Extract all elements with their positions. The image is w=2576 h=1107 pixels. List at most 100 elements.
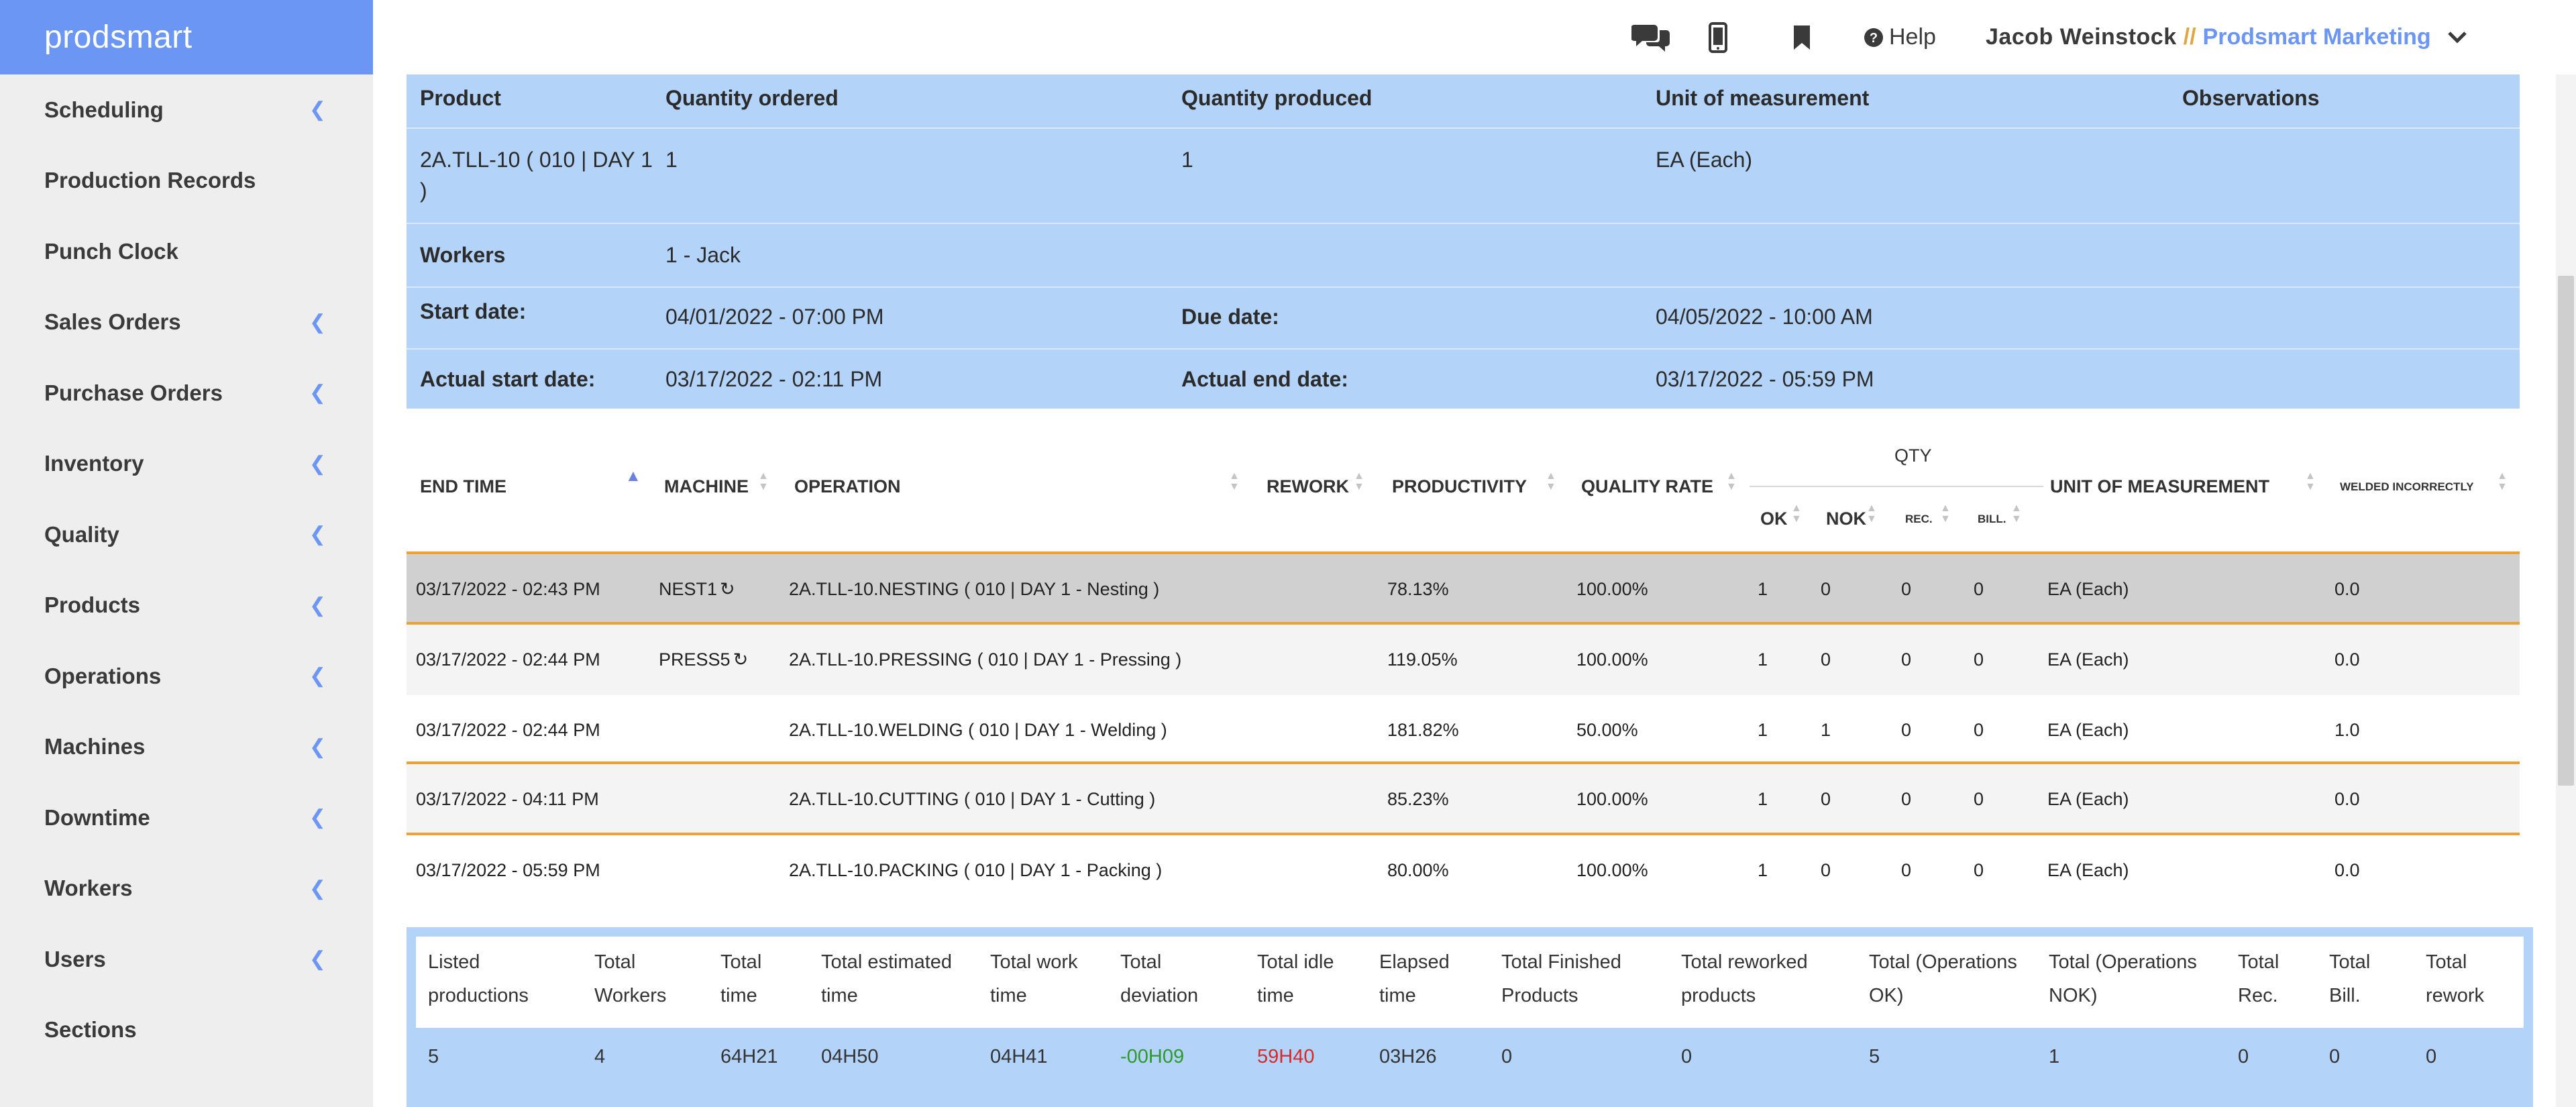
bookmark-icon[interactable] — [1792, 0, 1811, 74]
quality-rate-header[interactable]: QUALITY RATE — [1581, 476, 1713, 497]
sort-icon[interactable]: ▲ ▼ — [1354, 471, 1364, 492]
sort-icon[interactable]: ▲ ▼ — [758, 471, 769, 492]
table-row[interactable]: 03/17/2022 - 02:43 PM NEST1 ↻ 2A.TLL-10.N… — [407, 554, 2520, 625]
user-menu[interactable]: Jacob Weinstock // Prodsmart Marketing — [1986, 0, 2467, 74]
end-time-cell: 03/17/2022 - 02:44 PM — [416, 649, 600, 670]
actual-end-value: 03/17/2022 - 05:59 PM — [1656, 367, 1874, 391]
sidebar-item-sections[interactable]: Sections — [0, 995, 373, 1066]
chat-icon[interactable] — [1631, 0, 1672, 74]
productivity-header[interactable]: PRODUCTIVITY — [1392, 476, 1527, 497]
productivity-cell: 80.00% — [1387, 860, 1449, 880]
chevron-left-icon: ❮ — [309, 99, 326, 121]
mobile-icon[interactable] — [1708, 0, 1728, 74]
help-link[interactable]: ? Help — [1864, 0, 1936, 74]
sidebar-item-production-records[interactable]: Production Records — [0, 146, 373, 217]
operation-cell: 2A.TLL-10.PACKING ( 010 | DAY 1 - Packin… — [789, 860, 1163, 880]
chevron-left-icon: ❮ — [309, 877, 326, 900]
machine-cell[interactable]: NEST1 ↻ — [659, 554, 735, 625]
rework-header[interactable]: REWORK — [1267, 476, 1349, 497]
ok-header[interactable]: OK — [1760, 509, 1788, 529]
scrollbar-track[interactable] — [2556, 74, 2576, 1107]
header-line: Total reworked — [1681, 951, 1808, 973]
nok-cell: 0 — [1821, 860, 1831, 880]
machine-header[interactable]: MACHINE — [664, 476, 749, 497]
refresh-icon[interactable]: ↻ — [720, 579, 735, 600]
unit-cell: EA (Each) — [2047, 579, 2129, 599]
actual-start-value: 03/17/2022 - 02:11 PM — [665, 367, 883, 391]
header-line: Rec. — [2238, 985, 2278, 1006]
nok-header[interactable]: NOK — [1826, 509, 1866, 529]
refresh-icon[interactable]: ↻ — [733, 649, 749, 670]
bill-cell: 0 — [1974, 720, 1984, 740]
observations-header: Observations — [2182, 86, 2320, 110]
total-header-finished-products: Total Finished Products — [1501, 945, 1621, 1012]
sidebar-item-downtime[interactable]: Downtime ❮ — [0, 782, 373, 853]
header-line: Products — [1501, 985, 1578, 1006]
sort-icon[interactable]: ▲ ▼ — [1726, 471, 1737, 492]
header-line: time — [990, 985, 1027, 1006]
svg-text:?: ? — [1870, 31, 1878, 46]
sort-ascending-icon[interactable]: ▲ — [625, 468, 641, 484]
nok-cell: 1 — [1821, 720, 1831, 740]
start-date-label: Start date: — [420, 299, 527, 323]
quality-rate-cell: 100.00% — [1576, 579, 1648, 599]
welded-incorrectly-header[interactable]: WELDED INCORRECTLY — [2340, 480, 2474, 494]
rec-cell: 0 — [1901, 789, 1912, 809]
sort-icon[interactable]: ▲ ▼ — [1791, 503, 1802, 525]
nok-cell: 0 — [1821, 579, 1831, 599]
chevron-left-icon: ❮ — [309, 382, 326, 405]
sidebar-item-products[interactable]: Products ❮ — [0, 570, 373, 641]
rec-cell: 0 — [1901, 860, 1912, 880]
unit-header[interactable]: UNIT OF MEASUREMENT — [2050, 476, 2269, 497]
total-header-rework: Total rework — [2426, 945, 2484, 1012]
bill-cell: 0 — [1974, 789, 1984, 809]
qty-divider — [1750, 486, 2043, 487]
sidebar-item-quality[interactable]: Quality ❮ — [0, 499, 373, 570]
sidebar-item-operations[interactable]: Operations ❮ — [0, 641, 373, 712]
sidebar-item-sales-orders[interactable]: Sales Orders ❮ — [0, 287, 373, 358]
end-time-header[interactable]: END TIME — [420, 476, 506, 497]
sidebar-item-machines[interactable]: Machines ❮ — [0, 712, 373, 783]
sidebar-item-scheduling[interactable]: Scheduling ❮ — [0, 74, 373, 146]
workers-value: 1 - Jack — [665, 243, 741, 267]
table-row[interactable]: 03/17/2022 - 02:44 PM 2A.TLL-10.WELDING … — [407, 695, 2520, 766]
product-header: Product — [420, 86, 501, 110]
sidebar-item-purchase-orders[interactable]: Purchase Orders ❮ — [0, 358, 373, 429]
scrollbar-thumb[interactable] — [2558, 276, 2574, 786]
bill-header[interactable]: BILL. — [1978, 513, 2006, 526]
machine-name: NEST1 — [659, 579, 718, 599]
brand-logo[interactable]: prodsmart — [0, 0, 373, 74]
sidebar-item-punch-clock[interactable]: Punch Clock — [0, 216, 373, 287]
sidebar-item-users[interactable]: Users ❮ — [0, 924, 373, 995]
total-header-deviation: Total deviation — [1120, 945, 1198, 1012]
quality-rate-cell: 50.00% — [1576, 720, 1638, 740]
sort-icon[interactable]: ▲ ▼ — [1229, 471, 1240, 492]
header-line: Total — [720, 951, 762, 973]
sort-icon[interactable]: ▲ ▼ — [2305, 471, 2316, 492]
unit-header: Unit of measurement — [1656, 86, 1870, 110]
sort-icon[interactable]: ▲ ▼ — [1866, 503, 1877, 525]
rec-header[interactable]: REC. — [1905, 513, 1933, 526]
table-row[interactable]: 03/17/2022 - 04:11 PM 2A.TLL-10.CUTTING … — [407, 764, 2520, 835]
sort-icon[interactable]: ▲ ▼ — [1546, 471, 1556, 492]
table-row[interactable]: 03/17/2022 - 05:59 PM 2A.TLL-10.PACKING … — [407, 835, 2520, 906]
total-value-workers: 4 — [594, 1046, 606, 1067]
rec-cell: 0 — [1901, 579, 1912, 599]
table-row[interactable]: 03/17/2022 - 02:44 PM PRESS5 ↻ 2A.TLL-10.… — [407, 625, 2520, 695]
sort-icon[interactable]: ▲ ▼ — [1940, 503, 1951, 525]
machine-cell[interactable]: PRESS5 ↻ — [659, 625, 748, 695]
sort-icon[interactable]: ▲ ▼ — [2497, 471, 2508, 492]
operation-header[interactable]: OPERATION — [794, 476, 901, 497]
nok-cell: 0 — [1821, 789, 1831, 809]
total-header-time: Total time — [720, 945, 761, 1012]
divider — [407, 286, 2520, 288]
sort-icon[interactable]: ▲ ▼ — [2011, 503, 2022, 525]
header-line: products — [1681, 985, 1756, 1006]
sidebar-item-inventory[interactable]: Inventory ❮ — [0, 429, 373, 500]
sidebar: prodsmart Scheduling ❮ Production Records… — [0, 0, 373, 1107]
chevron-left-icon: ❮ — [309, 452, 326, 475]
sidebar-item-label: Punch Clock — [44, 238, 178, 264]
sidebar-item-workers[interactable]: Workers ❮ — [0, 853, 373, 925]
unit-cell: EA (Each) — [2047, 789, 2129, 809]
sidebar-item-label: Sales Orders — [44, 309, 181, 335]
